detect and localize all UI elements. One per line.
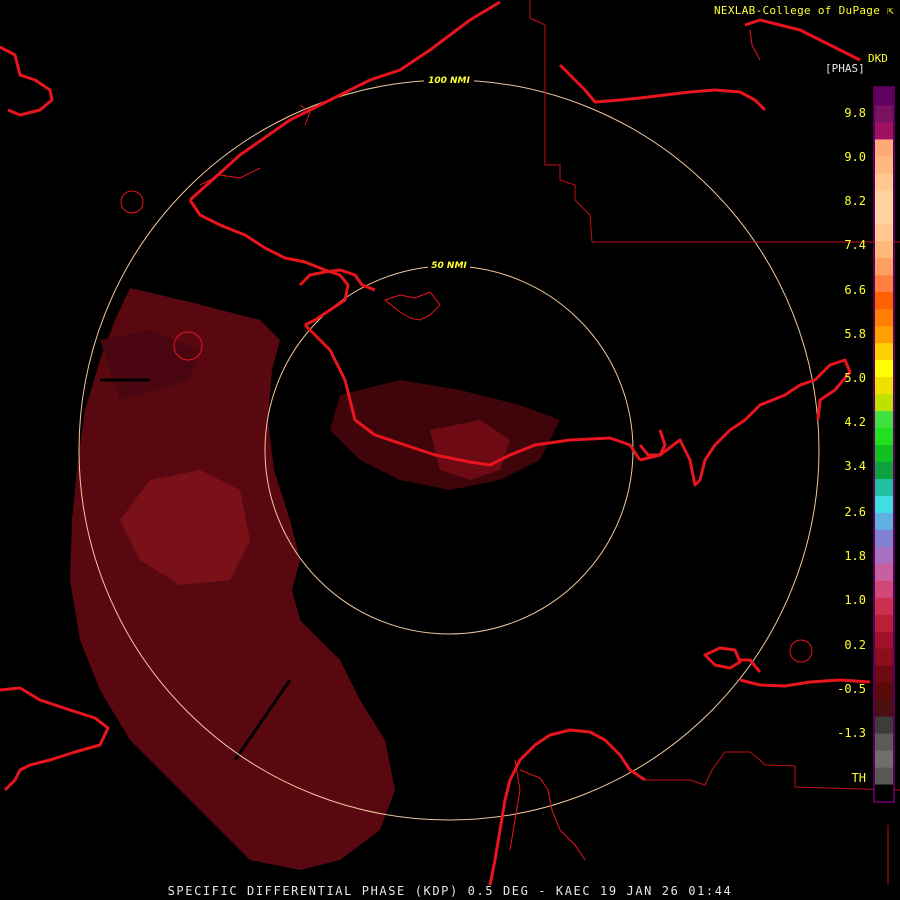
- legend-color-swatch: [875, 342, 893, 361]
- product-title: SPECIFIC DIFFERENTIAL PHASE (KDP) 0.5 DE…: [167, 884, 733, 898]
- legend-color-swatch: [875, 104, 893, 123]
- legend-color-swatch: [875, 189, 893, 208]
- legend-color-bars: [875, 88, 893, 802]
- legend-tick: -0.5: [837, 682, 866, 696]
- legend-tick: 6.6: [844, 283, 866, 297]
- legend-color-swatch: [875, 546, 893, 564]
- legend-color-swatch: [875, 393, 893, 412]
- legend-tick: 5.0: [844, 371, 866, 385]
- legend-color-swatch: [875, 699, 893, 717]
- legend-color-swatch: [875, 427, 893, 445]
- credit-label: NEXLAB-College of DuPage ⇱: [714, 4, 895, 17]
- legend-color-swatch: [875, 274, 893, 293]
- legend-color-swatch: [875, 495, 893, 513]
- legend-color-swatch: [875, 767, 893, 785]
- legend-color-swatch: [875, 733, 893, 751]
- county-lines: [529, 0, 900, 885]
- legend-color-swatch: [875, 716, 893, 734]
- legend-color-swatch: [875, 410, 893, 429]
- legend-color-swatch: [875, 597, 893, 615]
- legend-color-swatch: [875, 257, 893, 276]
- legend-color-swatch: [875, 444, 893, 462]
- legend-color-swatch: [875, 461, 893, 479]
- legend-color-swatch: [875, 665, 893, 683]
- legend-tick: 0.2: [844, 638, 866, 652]
- legend-color-swatch: [875, 138, 893, 157]
- radar-echo-area: [70, 288, 560, 870]
- legend-color-swatch: [875, 240, 893, 259]
- legend-color-swatch: [875, 376, 893, 395]
- legend-tick: 1.8: [844, 549, 866, 563]
- legend-tick: 2.6: [844, 505, 866, 519]
- product-code: DKD: [868, 52, 888, 65]
- legend-tick: 8.2: [844, 194, 866, 208]
- legend-color-swatch: [875, 682, 893, 700]
- map-canvas: 100 NMI 50 NMI: [0, 0, 900, 886]
- range-ring-label-50: 50 NMI: [431, 261, 467, 271]
- legend-color-swatch: [875, 512, 893, 530]
- legend-color-swatch: [875, 325, 893, 344]
- legend-tick: 9.8: [844, 106, 866, 120]
- range-ring-label-100: 100 NMI: [428, 76, 470, 86]
- legend-tick: TH: [851, 771, 866, 785]
- arrow-icon: ⇱: [880, 4, 895, 17]
- legend-color-swatch: [875, 478, 893, 496]
- legend-tick: 5.8: [844, 327, 866, 341]
- legend-color-swatch: [875, 614, 893, 632]
- legend-tick: 3.4: [844, 459, 866, 473]
- legend-color-swatch: [875, 750, 893, 768]
- legend-color-swatch: [875, 291, 893, 310]
- legend-color-swatch: [875, 648, 893, 666]
- legend-color-swatch: [875, 631, 893, 649]
- legend-tick: -1.3: [837, 726, 866, 740]
- legend-color-swatch: [875, 172, 893, 191]
- units-label: [PHAS]: [825, 62, 865, 75]
- legend-color-swatch: [875, 155, 893, 174]
- legend-color-swatch: [875, 223, 893, 242]
- legend-color-swatch: [875, 359, 893, 378]
- legend-color-swatch: [875, 529, 893, 547]
- legend-tick: 7.4: [844, 238, 866, 252]
- color-legend: [873, 86, 895, 803]
- legend-tick: 1.0: [844, 593, 866, 607]
- legend-color-swatch: [875, 308, 893, 327]
- legend-color-swatch: [875, 784, 893, 802]
- radar-map: 100 NMI 50 NMI NEXLAB-College of DuPage …: [0, 0, 900, 900]
- legend-tick: 4.2: [844, 415, 866, 429]
- legend-tick: 9.0: [844, 150, 866, 164]
- legend-color-swatch: [875, 121, 893, 140]
- legend-color-swatch: [875, 580, 893, 598]
- legend-color-swatch: [875, 88, 893, 106]
- legend-color-swatch: [875, 206, 893, 225]
- legend-color-swatch: [875, 563, 893, 581]
